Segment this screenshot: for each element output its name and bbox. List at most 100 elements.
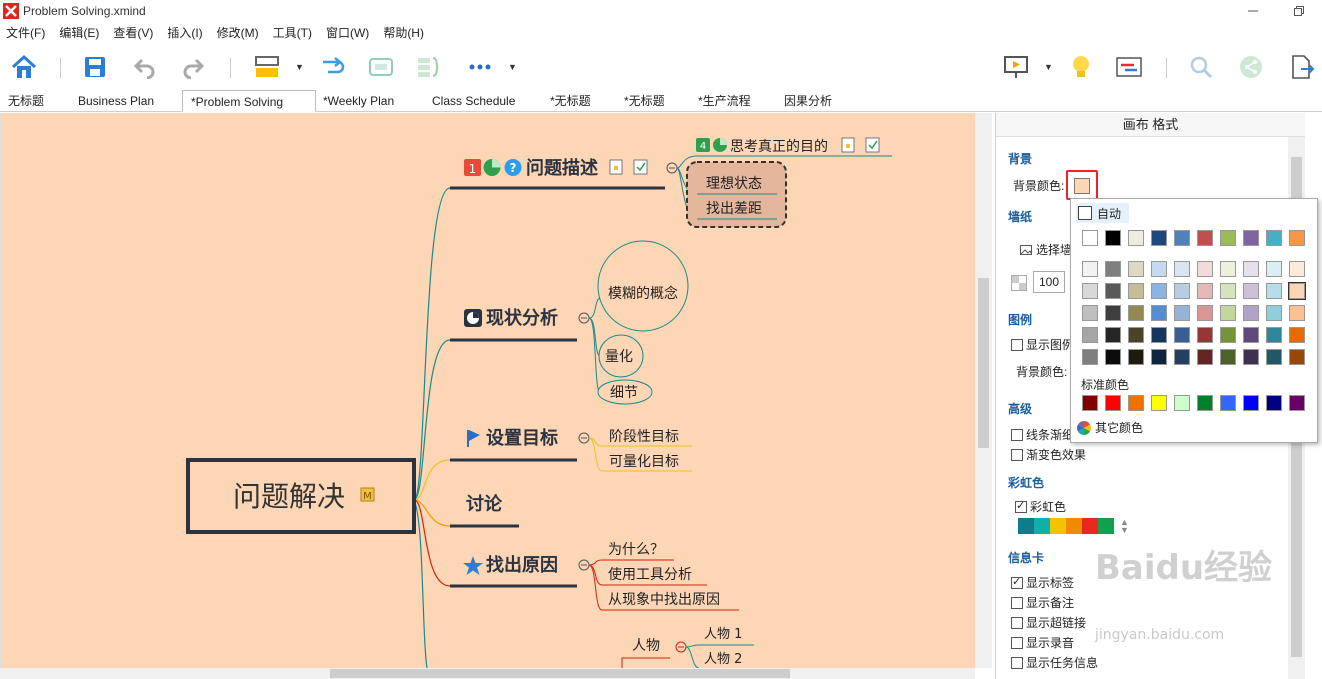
rainbow-checkbox[interactable]: 彩虹色 <box>1015 498 1066 515</box>
subtopic-person-1[interactable]: 人物 1 <box>704 627 742 642</box>
theme-shade-swatch[interactable] <box>1197 305 1213 321</box>
theme-shade-swatch[interactable] <box>1174 261 1190 277</box>
standard-color-swatch[interactable] <box>1220 395 1236 411</box>
theme-shade-swatch[interactable] <box>1197 327 1213 343</box>
theme-shade-swatch[interactable] <box>1197 349 1213 365</box>
theme-shade-swatch[interactable] <box>1220 305 1236 321</box>
theme-shade-swatch[interactable] <box>1082 283 1098 299</box>
standard-color-swatch[interactable] <box>1243 395 1259 411</box>
home-button[interactable] <box>9 52 39 82</box>
theme-shade-swatch[interactable] <box>1243 349 1259 365</box>
select-wallpaper-button[interactable]: 选择墙 <box>1020 241 1072 258</box>
menu-window[interactable]: 窗口(W) <box>326 24 369 41</box>
more-colors-option[interactable]: 其它颜色 <box>1077 419 1143 436</box>
theme-shade-swatch[interactable] <box>1243 327 1259 343</box>
theme-shade-swatch[interactable] <box>1174 283 1190 299</box>
subtopic-use-tools[interactable]: 使用工具分析 <box>608 566 692 583</box>
theme-color-swatch[interactable] <box>1105 230 1121 246</box>
theme-shade-swatch[interactable] <box>1128 261 1144 277</box>
tab-cause-analysis[interactable]: 因果分析 <box>776 90 840 112</box>
export-button[interactable] <box>1287 52 1317 82</box>
topic-find-causes[interactable]: 找出原因 <box>486 554 558 576</box>
standard-color-swatch[interactable] <box>1082 395 1098 411</box>
tab-production-flow[interactable]: *生产流程 <box>690 90 759 112</box>
theme-shade-swatch[interactable] <box>1082 261 1098 277</box>
theme-shade-swatch[interactable] <box>1243 261 1259 277</box>
subtopic-person[interactable]: 人物 <box>632 638 660 654</box>
insert-topic-button[interactable] <box>252 52 282 82</box>
theme-color-swatch[interactable] <box>1151 230 1167 246</box>
theme-shade-swatch[interactable] <box>1174 349 1190 365</box>
opacity-input[interactable]: 100 <box>1033 271 1065 293</box>
task-icon[interactable] <box>633 159 648 175</box>
theme-shade-swatch[interactable] <box>1266 261 1282 277</box>
share-button[interactable] <box>1236 52 1266 82</box>
more-dropdown-caret-icon[interactable]: ▼ <box>508 62 517 72</box>
subtopic-quantify[interactable]: 量化 <box>605 349 633 365</box>
mind-map-canvas[interactable]: 问题解决 M 1 ? 问题描述 理想状态 找出差距 4 思考真正的目的 现状分析… <box>0 113 975 668</box>
standard-color-swatch[interactable] <box>1128 395 1144 411</box>
menu-view[interactable]: 查看(V) <box>113 24 153 41</box>
theme-shade-swatch[interactable] <box>1151 305 1167 321</box>
theme-color-swatch[interactable] <box>1289 230 1305 246</box>
theme-shade-swatch[interactable] <box>1128 327 1144 343</box>
menu-edit[interactable]: 编辑(E) <box>59 24 99 41</box>
presentation-dropdown-caret-icon[interactable]: ▼ <box>1044 62 1053 72</box>
theme-shade-swatch[interactable] <box>1243 283 1259 299</box>
show-audio-checkbox[interactable]: 显示录音 <box>1011 634 1074 651</box>
redo-button[interactable] <box>178 52 208 82</box>
line-taper-checkbox[interactable]: 线条渐细 <box>1011 426 1074 443</box>
theme-shade-swatch[interactable] <box>1288 282 1306 300</box>
tab-untitled-3[interactable]: *无标题 <box>616 90 673 112</box>
boundary-button[interactable] <box>366 52 396 82</box>
theme-color-swatch[interactable] <box>1174 230 1190 246</box>
auto-color-option[interactable]: 自动 <box>1076 203 1130 223</box>
subtopic-details[interactable]: 细节 <box>610 385 638 401</box>
theme-shade-swatch[interactable] <box>1105 283 1121 299</box>
theme-shade-swatch[interactable] <box>1105 327 1121 343</box>
subtopic-think-purpose[interactable]: 思考真正的目的 <box>730 139 828 155</box>
menu-tools[interactable]: 工具(T) <box>273 24 312 41</box>
theme-color-swatch[interactable] <box>1266 230 1282 246</box>
theme-shade-swatch[interactable] <box>1289 327 1305 343</box>
gradient-checkbox[interactable]: 渐变色效果 <box>1011 446 1086 463</box>
theme-shade-swatch[interactable] <box>1128 305 1144 321</box>
theme-shade-swatch[interactable] <box>1197 261 1213 277</box>
menu-help[interactable]: 帮助(H) <box>383 24 424 41</box>
standard-color-swatch[interactable] <box>1151 395 1167 411</box>
background-color-button[interactable] <box>1066 170 1098 200</box>
topic-dropdown-caret-icon[interactable]: ▼ <box>295 62 304 72</box>
theme-shade-swatch[interactable] <box>1174 327 1190 343</box>
theme-shade-swatch[interactable] <box>1082 305 1098 321</box>
theme-shade-swatch[interactable] <box>1266 305 1282 321</box>
theme-shade-swatch[interactable] <box>1151 327 1167 343</box>
standard-color-swatch[interactable] <box>1197 395 1213 411</box>
theme-shade-swatch[interactable] <box>1151 261 1167 277</box>
menu-modify[interactable]: 修改(M) <box>217 24 259 41</box>
theme-shade-swatch[interactable] <box>1105 261 1121 277</box>
presentation-button[interactable] <box>1001 52 1031 82</box>
theme-shade-swatch[interactable] <box>1174 305 1190 321</box>
topic-problem-description[interactable]: 问题描述 <box>526 157 598 179</box>
theme-color-swatch[interactable] <box>1197 230 1213 246</box>
theme-shade-swatch[interactable] <box>1266 327 1282 343</box>
canvas-horizontal-scrollbar[interactable] <box>0 668 975 679</box>
theme-shade-swatch[interactable] <box>1289 305 1305 321</box>
standard-color-swatch[interactable] <box>1174 395 1190 411</box>
canvas-vertical-scrollbar[interactable] <box>975 113 992 668</box>
summary-button[interactable] <box>414 52 444 82</box>
theme-shade-swatch[interactable] <box>1151 349 1167 365</box>
theme-shade-swatch[interactable] <box>1243 305 1259 321</box>
theme-shade-swatch[interactable] <box>1128 349 1144 365</box>
subtopic-find-gap[interactable]: 找出差距 <box>706 201 762 217</box>
theme-shade-swatch[interactable] <box>1197 283 1213 299</box>
subtopic-fuzzy-concept[interactable]: 模糊的概念 <box>608 285 678 302</box>
theme-shade-swatch[interactable] <box>1082 349 1098 365</box>
restore-button[interactable] <box>1276 0 1322 22</box>
subtopic-from-phenomena[interactable]: 从现象中找出原因 <box>608 592 720 608</box>
theme-color-swatch[interactable] <box>1220 230 1236 246</box>
theme-color-swatch[interactable] <box>1128 230 1144 246</box>
show-legend-checkbox[interactable]: 显示图例 <box>1011 336 1074 353</box>
rainbow-color-strip[interactable] <box>1018 518 1114 534</box>
topic-discussion[interactable]: 讨论 <box>466 493 503 515</box>
